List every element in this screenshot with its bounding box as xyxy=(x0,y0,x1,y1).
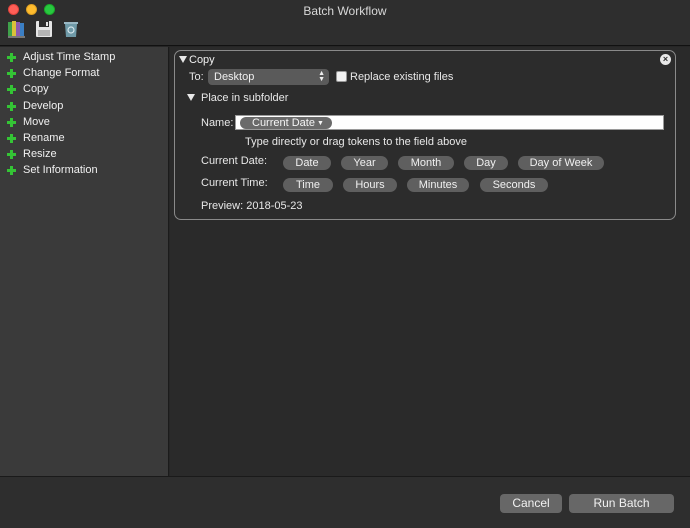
replace-existing-checkbox[interactable] xyxy=(336,71,347,82)
plus-icon xyxy=(7,117,16,127)
save-icon[interactable] xyxy=(34,19,54,39)
sidebar-item-label: Adjust Time Stamp xyxy=(23,51,116,63)
plus-icon xyxy=(7,85,16,95)
token-month[interactable]: Month xyxy=(398,156,454,170)
sidebar-item-resize[interactable]: Resize xyxy=(0,146,168,162)
sidebar-item-change-format[interactable]: Change Format xyxy=(0,65,168,81)
to-label: To: xyxy=(189,71,204,83)
name-label: Name: xyxy=(201,117,234,129)
sidebar-item-label: Resize xyxy=(23,148,57,161)
run-batch-button[interactable]: Run Batch xyxy=(569,494,674,513)
token-seconds[interactable]: Seconds xyxy=(480,178,548,192)
sidebar-item-rename[interactable]: Rename xyxy=(0,130,168,146)
disclosure-triangle-icon xyxy=(179,56,187,63)
token-time[interactable]: Time xyxy=(283,178,333,192)
plus-icon xyxy=(7,150,16,160)
title-bar: Batch Workflow xyxy=(0,0,690,46)
subfolder-label: Place in subfolder xyxy=(201,92,289,104)
cancel-button[interactable]: Cancel xyxy=(500,494,562,513)
window-title: Batch Workflow xyxy=(303,4,387,18)
sidebar-item-label: Change Format xyxy=(23,67,100,80)
sidebar-item-move[interactable]: Move xyxy=(0,114,168,130)
current-date-label: Current Date: xyxy=(201,155,268,167)
panel-title: Copy xyxy=(189,54,215,66)
token-day-of-week[interactable]: Day of Week xyxy=(518,156,604,170)
bottom-bar: Cancel Run Batch xyxy=(0,476,690,528)
remove-action-icon[interactable]: × xyxy=(660,54,671,65)
chevron-down-icon: ▼ xyxy=(316,120,324,127)
sidebar-item-label: Copy xyxy=(23,83,49,96)
sidebar-item-set-information[interactable]: Set Information xyxy=(0,162,168,178)
current-date-token[interactable]: Current Date ▼ xyxy=(240,117,332,129)
token-label: Current Date xyxy=(252,117,315,129)
sidebar-item-label: Set Information xyxy=(23,164,98,177)
token-hint: Type directly or drag tokens to the fiel… xyxy=(245,136,467,148)
replace-existing-label: Replace existing files xyxy=(350,71,454,83)
destination-value: Desktop xyxy=(214,71,255,83)
sidebar-item-copy[interactable]: Copy xyxy=(0,81,168,97)
sidebar-item-label: Rename xyxy=(23,131,65,144)
token-day[interactable]: Day xyxy=(464,156,508,170)
token-hours[interactable]: Hours xyxy=(343,178,397,192)
token-year[interactable]: Year xyxy=(341,156,388,170)
preview-text: Preview: 2018-05-23 xyxy=(201,200,303,212)
plus-icon xyxy=(7,69,16,79)
subfolder-toggle[interactable]: Place in subfolder xyxy=(187,92,288,104)
sidebar-item-develop[interactable]: Develop xyxy=(0,98,168,114)
token-date[interactable]: Date xyxy=(283,156,331,170)
trash-icon[interactable] xyxy=(61,19,81,39)
plus-icon xyxy=(7,53,16,62)
destination-select[interactable]: Desktop ▲ ▼ xyxy=(208,69,329,85)
plus-icon xyxy=(7,166,16,176)
plus-icon xyxy=(7,133,16,143)
select-arrows-icon: ▲ ▼ xyxy=(318,70,325,83)
name-field[interactable]: Current Date ▼ xyxy=(235,115,664,130)
action-sidebar: Adjust Time Stamp Change Format Copy Dev… xyxy=(0,47,169,476)
workflow-area: Copy × To: Desktop ▲ ▼ Replace existing f… xyxy=(170,47,690,476)
sidebar-item-adjust-time-stamp[interactable]: Adjust Time Stamp xyxy=(0,49,168,65)
token-minutes[interactable]: Minutes xyxy=(407,178,469,192)
library-icon[interactable] xyxy=(7,19,27,39)
panel-header[interactable]: Copy xyxy=(179,54,215,66)
plus-icon xyxy=(7,101,16,111)
disclosure-triangle-icon xyxy=(187,94,195,101)
sidebar-item-label: Move xyxy=(23,115,50,128)
sidebar-item-label: Develop xyxy=(23,99,64,112)
current-time-label: Current Time: xyxy=(201,177,268,189)
copy-action-panel: Copy × To: Desktop ▲ ▼ Replace existing f… xyxy=(174,50,676,220)
